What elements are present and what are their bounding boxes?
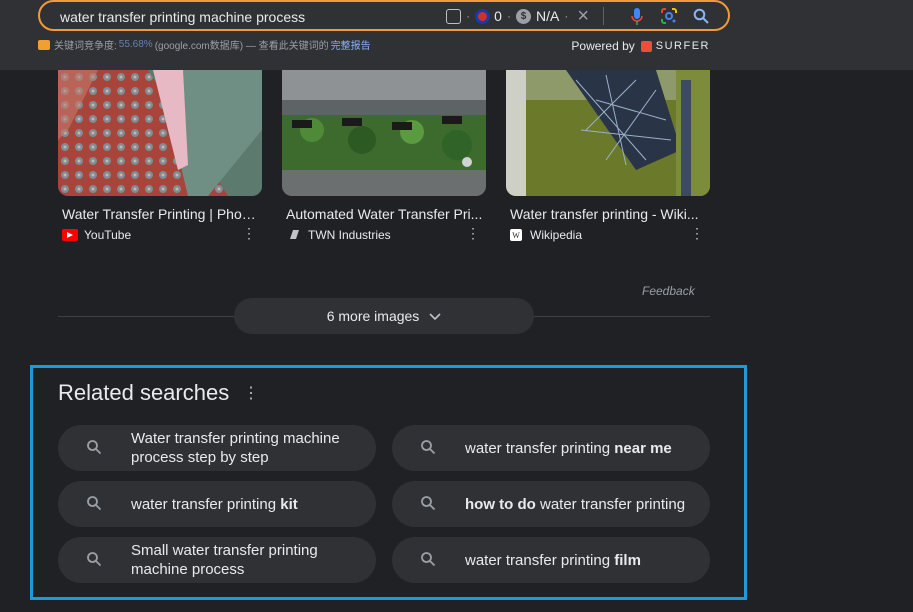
image-source[interactable]: TWN Industries ⋮ — [282, 226, 486, 242]
related-searches-heading: Related searches — [58, 380, 230, 405]
feedback-link[interactable]: Feedback — [642, 284, 695, 298]
search-icon[interactable] — [690, 7, 712, 25]
pagerank-count: 0 — [494, 8, 502, 24]
checkbox-icon[interactable] — [446, 8, 462, 24]
youtube-icon — [62, 229, 78, 241]
more-options-icon[interactable]: ⋮ — [242, 226, 256, 240]
image-card-3[interactable]: Water transfer printing - Wiki... W Wiki… — [506, 70, 710, 242]
related-search-chip[interactable]: water transfer printing film — [392, 537, 710, 583]
image-thumbnail[interactable] — [506, 70, 710, 196]
clear-search-icon[interactable]: × — [577, 6, 589, 26]
more-options-icon[interactable]: ⋮ — [690, 226, 704, 240]
twn-icon — [286, 229, 302, 241]
full-report-link[interactable]: 完整报告 — [331, 37, 371, 52]
search-icon — [420, 495, 436, 516]
search-icon — [420, 551, 436, 572]
separator-dot: · — [466, 9, 471, 23]
related-search-chip[interactable]: Water transfer printing machine process … — [58, 425, 376, 471]
image-source[interactable]: W Wikipedia ⋮ — [506, 226, 710, 242]
cpc-value: N/A — [535, 8, 560, 24]
search-icon — [86, 495, 102, 516]
image-source-name: TWN Industries — [308, 228, 391, 242]
related-search-text: water transfer printing film — [465, 551, 641, 569]
image-thumbnail[interactable] — [58, 70, 262, 196]
separator-dot: · — [506, 9, 511, 23]
surfer-logo-icon — [640, 40, 652, 52]
keyword-difficulty-bar: 关键词竞争度: 55.68% (google.com数据库) — 查看此关键词的… — [38, 37, 371, 52]
seo-tool-icon — [38, 39, 50, 50]
wikipedia-icon: W — [510, 229, 522, 241]
keyword-difficulty-percent: 55.68% — [118, 39, 153, 50]
related-search-text: how to do water transfer printing — [465, 495, 686, 513]
related-search-text: Small water transfer printing machine pr… — [131, 542, 318, 578]
surfer-brand: SURFER — [655, 40, 710, 52]
image-thumbnail[interactable] — [282, 70, 486, 196]
more-options-icon[interactable]: ⋮ — [243, 383, 259, 403]
related-search-text: Water transfer printing machine process … — [131, 430, 340, 466]
related-search-chip[interactable]: water transfer printing near me — [392, 425, 710, 471]
powered-by-label: Powered by — [571, 39, 635, 53]
related-search-chip[interactable]: how to do water transfer printing — [392, 481, 710, 527]
divider — [603, 7, 604, 25]
google-lens-icon[interactable] — [658, 7, 680, 25]
search-tools: · 0 · $ N/A · × — [446, 6, 712, 26]
keyword-difficulty-label: 关键词竞争度: — [54, 41, 117, 52]
image-title[interactable]: Water transfer printing - Wiki... — [506, 206, 708, 222]
top-bar: water transfer printing machine process … — [0, 0, 913, 70]
related-search-chip[interactable]: Small water transfer printing machine pr… — [58, 537, 376, 583]
image-title[interactable]: Water Transfer Printing | Phon... — [58, 206, 260, 222]
image-source[interactable]: YouTube ⋮ — [58, 226, 262, 242]
image-title[interactable]: Automated Water Transfer Pri... — [282, 206, 484, 222]
image-source-name: Wikipedia — [530, 228, 583, 242]
dollar-icon: $ — [515, 8, 531, 24]
powered-by[interactable]: Powered by SURFER — [571, 39, 710, 53]
related-search-text: water transfer printing kit — [131, 495, 298, 513]
chevron-down-icon — [429, 308, 441, 324]
image-card-2[interactable]: Automated Water Transfer Pri... TWN Indu… — [282, 70, 486, 242]
taiwan-flag-icon — [475, 8, 491, 24]
search-icon — [86, 439, 102, 460]
search-box[interactable]: water transfer printing machine process … — [38, 0, 730, 31]
more-images-label: 6 more images — [326, 308, 420, 324]
search-icon — [420, 439, 436, 460]
separator-dot: · — [564, 9, 569, 23]
more-images-button[interactable]: 6 more images — [234, 298, 534, 334]
search-input[interactable]: water transfer printing machine process — [60, 9, 305, 25]
related-search-text: water transfer printing near me — [465, 439, 672, 457]
search-icon — [86, 551, 102, 572]
more-options-icon[interactable]: ⋮ — [466, 226, 480, 240]
image-card-1[interactable]: Water Transfer Printing | Phon... YouTub… — [58, 70, 262, 242]
related-search-chip[interactable]: water transfer printing kit — [58, 481, 376, 527]
keyword-source: (google.com数据库) — 查看此关键词的 — [154, 41, 329, 52]
image-source-name: YouTube — [84, 228, 132, 242]
microphone-icon[interactable] — [626, 7, 648, 25]
